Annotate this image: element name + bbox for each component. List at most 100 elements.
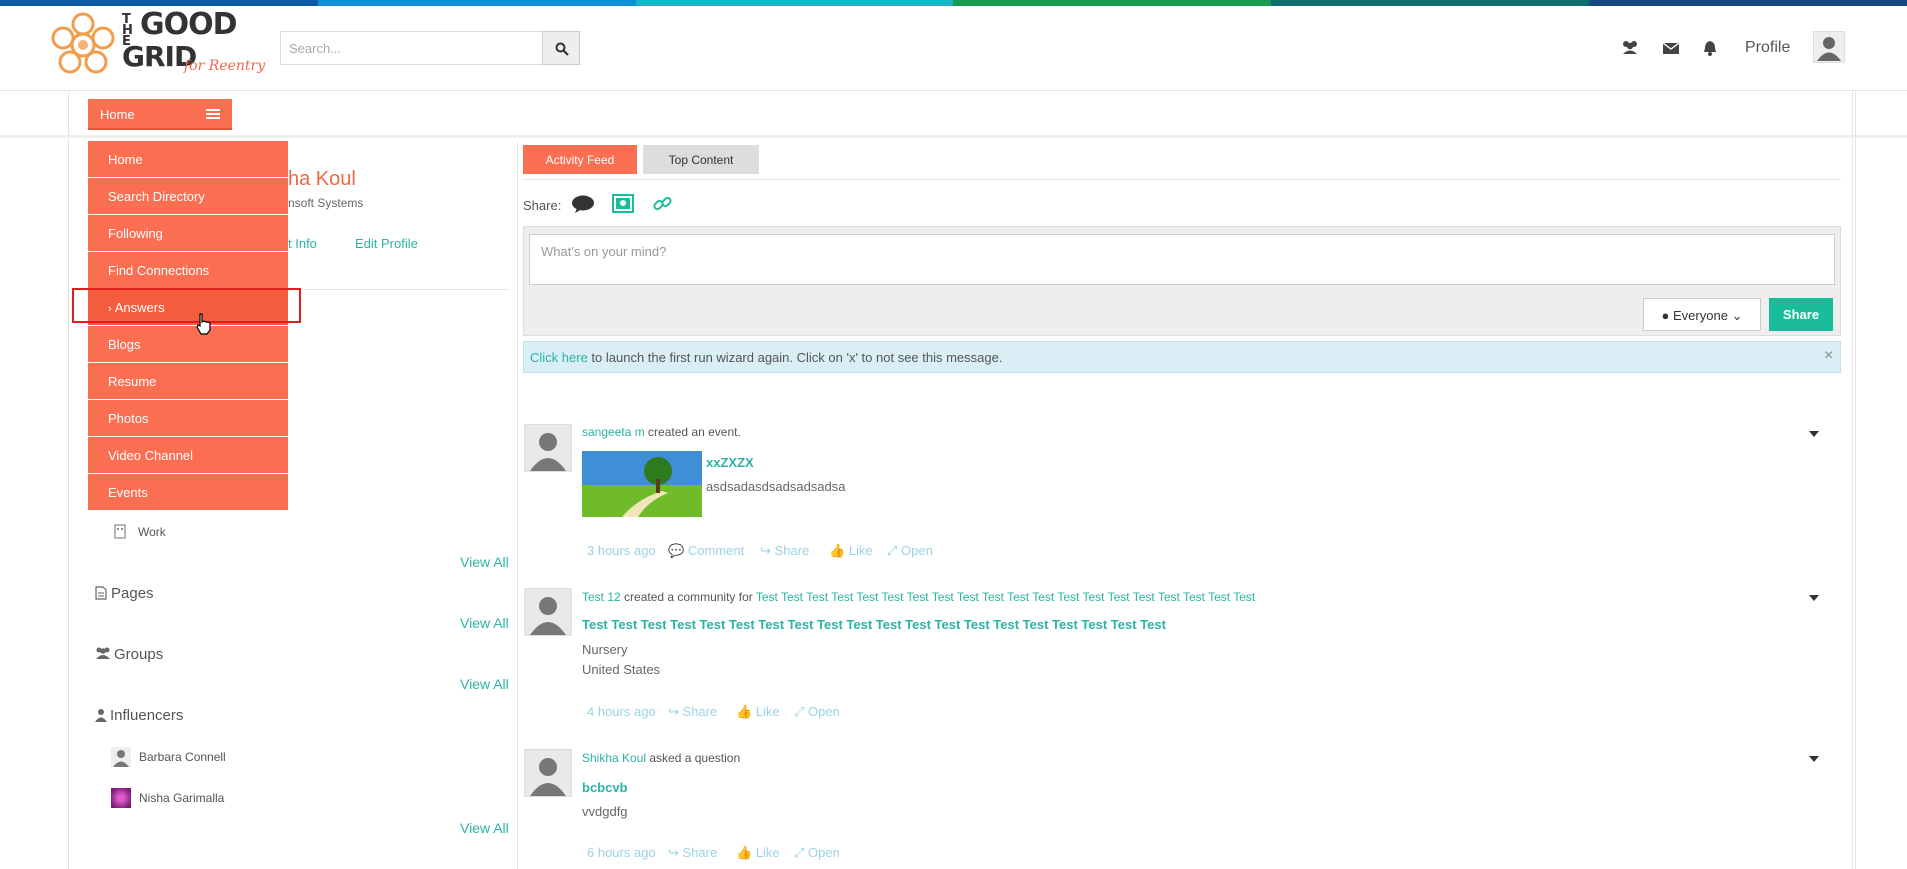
share-label: Share [682,845,718,860]
post-user-link[interactable]: Shikha Koul [582,751,646,765]
thumbs-up-icon: 👍 [829,543,846,558]
view-all-influencers-link[interactable]: View All [460,820,509,836]
open-action[interactable]: ⤢ Open [887,543,933,559]
expand-icon: ⤢ [794,845,805,860]
audience-select[interactable]: ● Everyone ⌄ [1643,298,1761,331]
post-menu-caret[interactable] [1809,595,1819,601]
avatar[interactable] [1813,31,1845,63]
tab-activity-feed[interactable]: Activity Feed [523,145,637,174]
search-button[interactable] [542,31,580,65]
avatar[interactable] [524,749,572,797]
menu-item-label: Find Connections [108,263,210,278]
bell-icon[interactable] [1700,38,1720,58]
highlight-box [72,288,301,323]
menu-item-label: Photos [108,411,149,426]
influencer-avatar[interactable] [111,747,131,767]
menu-item-events[interactable]: Events [88,474,288,511]
alert-text: to launch the first run wizard again. Cl… [587,350,1003,365]
open-action[interactable]: ⤢ Open [794,704,840,720]
edit-profile-link[interactable]: Edit Profile [355,236,418,251]
user-icon [95,709,107,722]
sub-navbar [68,92,1853,135]
post-title-link[interactable]: xxZXZX [706,455,754,470]
photo-icon[interactable] [612,193,634,213]
menu-item-search-directory[interactable]: Search Directory [88,178,288,215]
menu-item-find-connections[interactable]: Find Connections [88,252,288,289]
menu-item-blogs[interactable]: Blogs [88,326,288,363]
menu-item-home[interactable]: Home [88,141,288,178]
users-icon[interactable] [1620,38,1640,58]
tabs-divider [523,179,1841,180]
open-label: Open [808,704,840,719]
post-target-link[interactable]: Test Test Test Test Test Test Test Test … [756,590,1255,604]
post-timestamp[interactable]: 6 hours ago [587,845,656,860]
post-title-link[interactable]: Test Test Test Test Test Test Test Test … [582,617,1166,632]
comment-icon: 💬 [668,543,685,558]
influencer-name[interactable]: Barbara Connell [139,750,226,764]
first-run-alert: Click here to launch the first run wizar… [523,341,1841,373]
share-action[interactable]: ↪ Share [760,543,809,559]
contact-info-link[interactable]: t Info [288,236,317,251]
status-textarea[interactable]: What's on your mind? [529,234,1835,285]
like-action[interactable]: 👍 Like [736,845,780,861]
comment-icon[interactable] [571,194,595,214]
share-action[interactable]: ↪ Share [668,845,717,861]
post-action-text: created an event. [644,425,741,439]
groups-title: Groups [114,646,164,663]
post-title-link[interactable]: bcbcvb [582,780,628,795]
column-divider [517,142,518,869]
link-icon[interactable] [652,193,674,215]
home-menu-button[interactable]: Home [88,99,232,130]
share-action[interactable]: ↪ Share [668,704,717,720]
open-action[interactable]: ⤢ Open [794,845,840,861]
search-input[interactable]: Search... [280,31,542,65]
menu-item-label: Events [108,485,148,500]
avatar[interactable] [524,588,572,636]
event-thumbnail[interactable] [582,451,702,517]
view-all-groups-link[interactable]: View All [460,676,509,692]
influencer-avatar[interactable] [111,788,131,808]
like-action[interactable]: 👍 Like [829,543,873,559]
menu-item-label: Video Channel [108,448,194,463]
like-label: Like [755,704,780,719]
chevron-down-icon: ⌄ [1731,308,1743,323]
close-icon[interactable]: × [1824,347,1833,365]
post-user-link[interactable]: sangeeta m [582,425,645,439]
influencers-title: Influencers [110,707,184,724]
envelope-icon[interactable] [1661,38,1681,58]
view-all-pages-link[interactable]: View All [460,615,509,631]
expand-icon: ⤢ [794,704,805,719]
post-timestamp[interactable]: 3 hours ago [587,543,656,558]
like-label: Like [848,543,873,558]
comment-label: Comment [687,543,745,558]
home-menu-label: Home [100,107,135,122]
influencer-name[interactable]: Nisha Garimalla [139,791,224,805]
share-button[interactable]: Share [1769,298,1833,331]
menu-item-label: Search Directory [108,189,205,204]
menu-item-following[interactable]: Following [88,215,288,252]
pages-title: Pages [111,585,154,602]
file-icon [95,586,107,600]
avatar[interactable] [524,424,572,472]
post-timestamp[interactable]: 4 hours ago [587,704,656,719]
logo[interactable]: THE GOOD GRID for Reentry [48,8,268,82]
tab-top-content[interactable]: Top Content [643,145,759,174]
post-detail: United States [582,662,661,677]
menu-item-resume[interactable]: Resume [88,363,288,400]
comment-action[interactable]: 💬 Comment [668,543,744,559]
user-avatar-icon [530,433,566,471]
post-menu-caret[interactable] [1809,431,1819,437]
alert-link[interactable]: Click here [530,350,588,365]
post-user-link[interactable]: Test 12 [582,590,621,604]
profile-name[interactable]: ha Koul [288,168,356,191]
post-menu-caret[interactable] [1809,756,1819,762]
share-label: Share [774,543,810,558]
menu-item-video-channel[interactable]: Video Channel [88,437,288,474]
thumbs-up-icon: 👍 [736,704,753,719]
profile-link[interactable]: Profile [1745,39,1790,57]
like-action[interactable]: 👍 Like [736,704,780,720]
thumbs-up-icon: 👍 [736,845,753,860]
view-all-link[interactable]: View All [460,554,509,570]
user-avatar-icon [113,750,129,767]
menu-item-photos[interactable]: Photos [88,400,288,437]
